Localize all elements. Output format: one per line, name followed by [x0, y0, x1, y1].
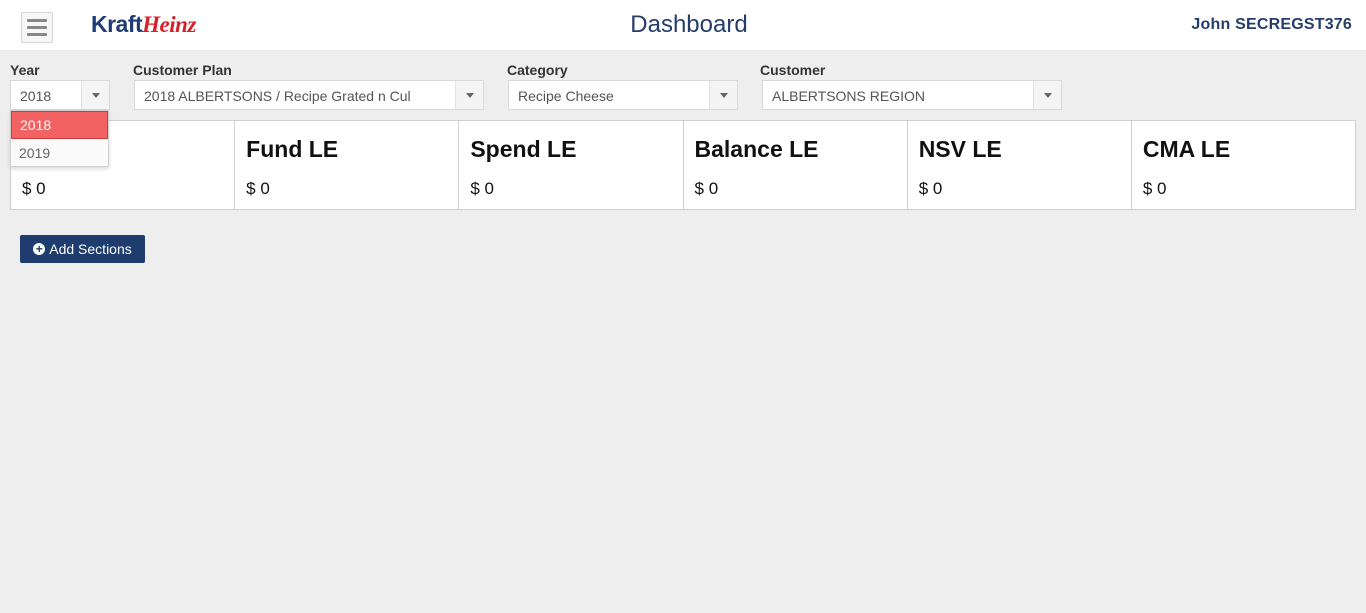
- year-option-2018[interactable]: 2018: [11, 111, 108, 139]
- kpi-title: NSV LE: [918, 136, 1002, 162]
- kpi-title: CMA LE: [1142, 136, 1231, 162]
- kpi-value: $ 0: [918, 179, 943, 198]
- kpi-card-cma-le: CMA LE $ 0: [1132, 121, 1355, 209]
- add-sections-label: Add Sections: [49, 241, 132, 257]
- page-title: Dashboard: [630, 11, 748, 38]
- kpi-card-spend-le: Spend LE $ 0: [459, 121, 684, 209]
- category-select-value: Recipe Cheese: [518, 88, 614, 104]
- kpi-value: $ 0: [694, 179, 719, 198]
- kpi-value: $ 0: [22, 179, 46, 198]
- kpi-card-nsv-le: NSV LE $ 0: [908, 121, 1132, 209]
- user-name[interactable]: John SECREGST376: [1191, 16, 1352, 34]
- kpi-summary-row: $ 0 Fund LE $ 0 Spend LE $ 0 Balance LE …: [10, 120, 1356, 210]
- plus-circle-icon: +: [33, 243, 46, 255]
- customer-select[interactable]: ALBERTSONS REGION: [762, 80, 1062, 110]
- top-bar: KraftHeinz Dashboard John SECREGST376: [0, 0, 1366, 50]
- chevron-down-icon[interactable]: [81, 81, 109, 109]
- customer-plan-select-value: 2018 ALBERTSONS / Recipe Grated n Cul: [144, 88, 411, 104]
- customer-plan-label: Customer Plan: [133, 62, 232, 78]
- kpi-value: $ 0: [1142, 179, 1167, 198]
- kpi-title: Fund LE: [246, 136, 339, 162]
- chevron-down-icon[interactable]: [455, 81, 483, 109]
- year-label: Year: [10, 62, 40, 78]
- chevron-down-icon[interactable]: [709, 81, 737, 109]
- category-label: Category: [507, 62, 568, 78]
- kpi-value: $ 0: [246, 179, 270, 198]
- customer-plan-select[interactable]: 2018 ALBERTSONS / Recipe Grated n Cul: [134, 80, 484, 110]
- customer-select-value: ALBERTSONS REGION: [772, 88, 926, 104]
- kpi-card-balance-le: Balance LE $ 0: [684, 121, 908, 209]
- year-option-2019[interactable]: 2019: [11, 139, 108, 167]
- year-select[interactable]: 2018: [10, 80, 110, 110]
- year-dropdown-list: 2018 2019: [10, 110, 109, 167]
- kpi-card-fund-le: Fund LE $ 0: [235, 121, 460, 209]
- kpi-title: Spend LE: [470, 136, 577, 162]
- chevron-down-icon[interactable]: [1033, 81, 1061, 109]
- year-select-value: 2018: [20, 88, 52, 104]
- kpi-title: Balance LE: [694, 136, 819, 162]
- category-select[interactable]: Recipe Cheese: [508, 80, 738, 110]
- customer-label: Customer: [760, 62, 826, 78]
- kpi-value: $ 0: [470, 179, 494, 198]
- add-sections-button[interactable]: + Add Sections: [20, 235, 145, 263]
